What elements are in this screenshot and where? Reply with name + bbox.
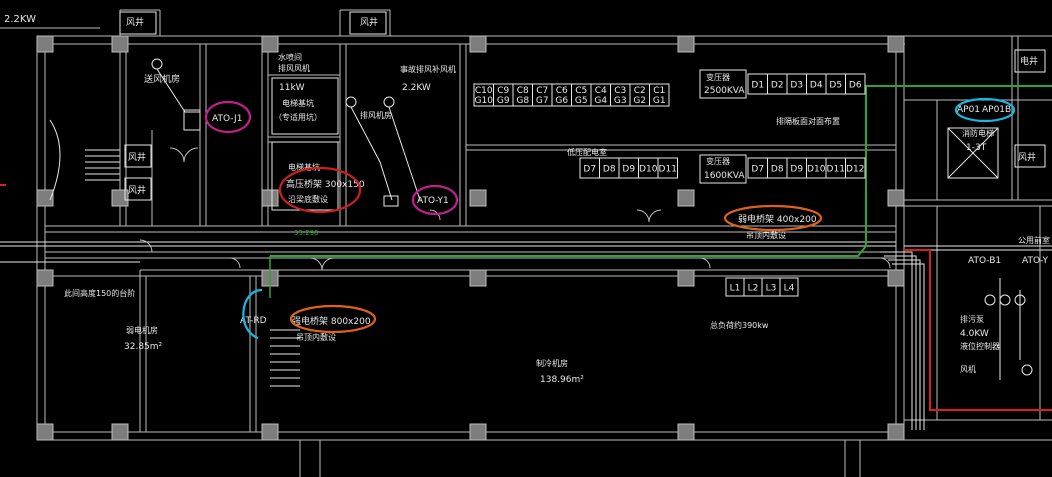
label-lv-room: 低压配电室 <box>567 147 607 157</box>
label-fengjing-1: 风井 <box>126 16 144 28</box>
label-water-room: 水喷间 <box>278 52 302 62</box>
l-cabinet-label: L1 <box>730 284 741 294</box>
label-transformer-2-kva: 1600KVA <box>704 171 745 181</box>
hv-cabinet-label: C6 <box>556 86 568 96</box>
hv-cabinet-label: G4 <box>594 96 607 106</box>
label-transformer-2: 变压器 <box>706 156 730 166</box>
label-lift-code: 1-3T <box>966 143 987 153</box>
label-public-room: 公用前室 <box>1018 235 1050 245</box>
hv-cabinet-label: G10 <box>475 96 494 106</box>
label-layout-note: 排隔板面对面布置 <box>776 116 840 126</box>
hv-cabinet-label: C9 <box>497 86 509 96</box>
label-trunk-2: 沿梁底敷设 <box>288 194 328 204</box>
hv-cabinet-label: C8 <box>517 86 529 96</box>
label-tray-800-sub: 吊顶内敷设 <box>296 332 336 342</box>
label-ato-b1: ATO-B1 <box>968 256 1001 266</box>
d-cabinet-top-label: D4 <box>810 81 823 91</box>
l-cabinet-label: L2 <box>748 284 759 294</box>
d-cabinet-mid-left-label: D11 <box>659 165 677 175</box>
label-elevator-note: （专适用坑） <box>274 112 322 122</box>
d-cabinet-mid-left-label: D8 <box>603 165 616 175</box>
d-cabinet-top-label: D5 <box>829 81 842 91</box>
d-cabinet-mid-right-label: D10 <box>807 165 826 175</box>
hv-cabinet-label: G8 <box>516 96 529 106</box>
label-level: 33.290 <box>294 229 319 237</box>
label-transformer-1-kva: 2500KVA <box>704 86 745 96</box>
label-transformer-1: 变压器 <box>706 72 730 82</box>
label-fengjing-4: 风井 <box>128 184 146 196</box>
d-cabinet-mid-right-label: D11 <box>827 165 845 175</box>
label-fire-elevator: 消防电梯 <box>962 128 994 138</box>
hv-cabinet-label: C10 <box>475 86 493 96</box>
label-fengjing-2: 风井 <box>360 16 378 28</box>
label-top-power: 2.2KW <box>4 14 36 25</box>
d-cabinet-top-label: D2 <box>771 81 784 91</box>
label-upper-room: 风机 <box>960 364 976 374</box>
hv-cabinet-label: C2 <box>634 86 646 96</box>
hv-cabinet-label: C3 <box>614 86 626 96</box>
label-ato-y-right: ATO-Y <box>1022 256 1048 266</box>
label-smoke-fan: 事故排风补风机 <box>400 64 456 74</box>
d-cabinet-row-top: D1 D2 D3 D4 D5 D6 <box>747 73 866 95</box>
hv-cabinet-label: C1 <box>653 86 665 96</box>
label-11kw: 11kW <box>279 83 305 93</box>
hv-cabinet-label: G6 <box>555 96 568 106</box>
label-cold-room: 制冷机房 <box>536 358 568 368</box>
label-elevator-pit: 电梯基坑 <box>282 98 314 108</box>
label-fengjing-3: 风井 <box>128 151 146 163</box>
d-cabinet-mid-left-label: D10 <box>639 165 658 175</box>
d-cabinet-mid-right-label: D12 <box>846 165 864 175</box>
d-cabinet-row-mid-left: D7 D8 D9 D10 D11 <box>579 157 678 179</box>
label-pump-ctrl: 液位控制器 <box>960 341 1000 351</box>
label-fengjing-6: 风井 <box>1018 151 1036 163</box>
hv-cabinet-label: G1 <box>653 96 666 106</box>
label-exhaust-room: 排风风机 <box>278 63 310 73</box>
d-cabinet-mid-left-label: D7 <box>583 165 596 175</box>
label-cold-area: 138.96m² <box>540 375 584 385</box>
label-trunk-1: 高压桥架 300x150 <box>286 178 365 190</box>
label-ato-j1: ATO-J1 <box>212 114 242 124</box>
d-cabinet-top-label: D6 <box>849 81 862 91</box>
label-total-load: 总负荷约390kw <box>710 320 769 330</box>
label-tray-400-sub: 吊顶内敷设 <box>746 230 786 240</box>
hv-cabinet-label: C5 <box>575 86 587 96</box>
markup-circle-trunk <box>278 166 362 214</box>
d-cabinet-mid-left-label: D9 <box>622 165 635 175</box>
hv-cabinet-label: G9 <box>497 96 510 106</box>
l-cabinet-label: L4 <box>784 284 795 294</box>
hv-cabinet-label: G3 <box>614 96 627 106</box>
label-step-note: 此间高度150的台阶 <box>64 288 135 298</box>
label-ap01: AP01 <box>957 105 980 115</box>
floor-plan-drawing: C10G10C9G9 C8G8 C7G7 C6G6 C5G5 C4G4 C3G3 C2G2 C1… <box>0 9 1052 477</box>
label-weak-room: 弱电机房 <box>126 325 158 335</box>
label-fan-room: 送风机房 <box>144 73 180 85</box>
hv-cabinet-label: C4 <box>595 86 607 96</box>
label-pump-room: 排污泵 <box>960 314 984 324</box>
d-cabinet-row-mid-right: D7 D8 D9 D10 D11 D12 <box>747 157 866 179</box>
d-cabinet-mid-right-label: D9 <box>790 165 803 175</box>
label-pump-power: 4.0KW <box>960 329 989 339</box>
label-tray-400: 弱电桥架 400x200 <box>738 213 817 225</box>
label-ap01b: AP01B <box>982 105 1011 115</box>
label-tray-800: 强电桥架 800x200 <box>292 315 371 327</box>
hv-cabinet-label: G2 <box>633 96 646 106</box>
label-ato-y1: ATO-Y1 <box>417 196 449 206</box>
l-cabinet-label: L3 <box>766 284 777 294</box>
markup-annotations <box>204 97 1016 340</box>
hv-cabinet-label: G5 <box>575 96 588 106</box>
l-cabinet-row: L1 L2 L3 L4 <box>725 277 799 297</box>
d-cabinet-top-label: D1 <box>751 81 764 91</box>
label-weak-area: 32.85m² <box>124 342 163 352</box>
d-cabinet-mid-right-label: D7 <box>751 165 764 175</box>
label-smoke-power: 2.2KW <box>402 83 431 93</box>
hv-cabinet-label: C7 <box>536 86 548 96</box>
d-cabinet-mid-right-label: D8 <box>771 165 784 175</box>
label-right-ele: 电井 <box>1020 55 1038 67</box>
label-exhaust-fan-room: 排风机房 <box>360 110 392 120</box>
markup-bracket-at-rd <box>242 288 263 340</box>
hv-cabinet-label: G7 <box>536 96 549 106</box>
cad-floor-plan: C10 G10 C9 G9 C8 G8 C7 G7 C6 G6 C5 G5 C4 G4 C3 G3 C2 G2 C1… <box>0 0 1052 477</box>
hv-cabinet-row: C10G10C9G9 C8G8 C7G7 C6G6 C5G5 C4G4 C3G3 C2G2 C1… <box>473 83 670 107</box>
d-cabinet-top-label: D3 <box>790 81 803 91</box>
